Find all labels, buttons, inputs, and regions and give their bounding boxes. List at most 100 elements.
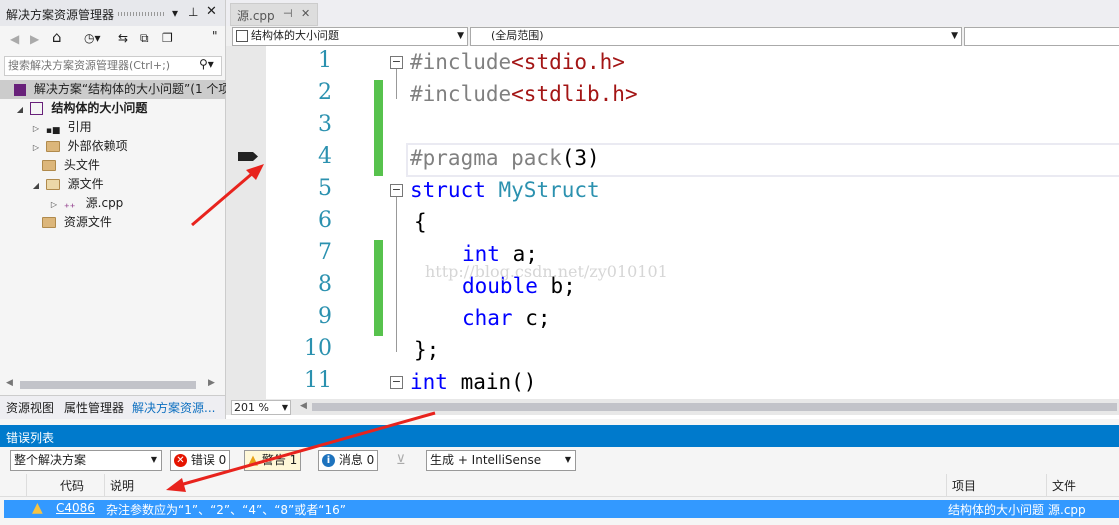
scrollbar-thumb[interactable] — [20, 381, 196, 389]
line-number: 1 — [318, 48, 332, 73]
scroll-left-icon[interactable]: ◀ — [6, 378, 13, 388]
project-dropdown[interactable]: 结构体的大小问题 ▼ — [232, 27, 468, 46]
keyword: struct — [410, 178, 486, 202]
scope-filter-dropdown[interactable]: 整个解决方案 ▼ — [10, 450, 162, 471]
column-separator[interactable] — [26, 474, 27, 496]
close-tab-icon[interactable]: ✕ — [301, 7, 310, 20]
tree-item-header-files[interactable]: 头文件 — [0, 156, 225, 175]
tree-item-source-cpp[interactable]: ▷ ⁺⁺ 源.cpp — [0, 194, 225, 214]
history-icon[interactable]: ◷▾ — [84, 31, 101, 45]
solution-search-box[interactable]: ⚲▾ — [4, 56, 222, 76]
editor-scrollbar-thumb[interactable] — [312, 403, 1117, 411]
zoom-dropdown[interactable]: 201 % ▼ — [231, 400, 291, 415]
include-path: <stdio.h> — [511, 50, 625, 74]
scope-dropdown-value: (全局范围) — [491, 29, 544, 42]
code-editor[interactable]: 1 2 3 4 5 6 7 8 9 10 11 − − − #include<s… — [266, 46, 1119, 399]
pin-icon[interactable]: ⊥ — [188, 5, 198, 19]
messages-filter-button[interactable]: i 消息 0 — [318, 450, 379, 471]
collapsed-icon[interactable]: ▷ — [30, 119, 42, 138]
errors-count-label: 错误 0 — [190, 453, 227, 467]
horizontal-scrollbar[interactable]: ◀ ▶ — [6, 378, 218, 390]
chevron-down-icon: ▼ — [150, 455, 157, 464]
close-icon[interactable]: ✕ — [206, 5, 217, 19]
sync-icon[interactable]: ⇆ — [118, 31, 128, 45]
chevron-down-icon: ▼ — [457, 31, 464, 41]
folder-icon — [42, 160, 56, 171]
column-separator[interactable] — [104, 474, 105, 496]
expanded-icon[interactable]: ◢ — [30, 176, 42, 195]
filter-icon[interactable]: ⊻ — [396, 453, 406, 468]
errors-filter-button[interactable]: ✕ 错误 0 — [170, 450, 231, 471]
solution-icon — [14, 83, 26, 96]
home-icon[interactable]: ⌂ — [52, 30, 62, 45]
forward-icon[interactable]: ▶ — [30, 32, 39, 46]
tab-resource-view[interactable]: 资源视图 — [6, 399, 54, 416]
member-dropdown[interactable] — [964, 27, 1119, 46]
solution-search-input[interactable] — [5, 57, 191, 73]
tab-source-cpp[interactable]: 源.cpp ⊣ ✕ — [230, 3, 318, 26]
line-number: 9 — [318, 304, 332, 329]
table-row[interactable]: ▲ C4086 杂注参数应为“1”、“2”、“4”、“8”或者“16” 结构体的… — [4, 500, 1119, 518]
collapse-region-icon[interactable]: − — [390, 376, 403, 389]
folder-icon — [45, 141, 60, 152]
scroll-right-icon[interactable]: ▶ — [208, 378, 215, 388]
drag-grip[interactable] — [118, 12, 164, 16]
line-number: 5 — [318, 176, 332, 201]
solution-explorer-panel: 解决方案资源管理器 ▾ ⊥ ✕ ◀ ▶ ⌂ ◷▾ ⇆ ⧉ ❐ " ⚲▾ 解决方案… — [0, 0, 230, 420]
code-line-1: #include<stdio.h> — [410, 50, 625, 74]
tree-item-external-deps[interactable]: ▷ 外部依赖项 — [0, 137, 225, 156]
search-icon[interactable]: ⚲▾ — [199, 57, 214, 71]
collapse-region-icon[interactable]: − — [390, 56, 403, 69]
more-icon[interactable]: " — [212, 29, 218, 43]
dropdown-icon[interactable]: ▾ — [172, 6, 178, 20]
tree-item-solution[interactable]: 解决方案“结构体的大小问题”(1 个项 — [0, 80, 230, 99]
error-list-toolbar: 整个解决方案 ▼ ✕ 错误 0 ▲ 警告 1 i 消息 0 ⊻ 生成 + Int… — [0, 447, 1119, 473]
chevron-down-icon: ▼ — [951, 31, 958, 41]
project-icon — [236, 30, 248, 42]
change-indicator — [374, 240, 383, 336]
solution-explorer-titlebar: 解决方案资源管理器 ▾ ⊥ ✕ — [0, 0, 225, 26]
pin-icon[interactable]: ⊣ — [283, 7, 293, 20]
column-header-file[interactable]: 文件 — [1052, 477, 1076, 494]
scroll-left-icon[interactable]: ◀ — [300, 401, 307, 411]
tree-item-references[interactable]: ▷ ▪■ 引用 — [0, 118, 225, 137]
outline-line — [396, 197, 397, 352]
watermark: http://blog.csdn.net/zy010101 — [425, 262, 668, 281]
tab-solution-explorer[interactable]: 解决方案资源... — [132, 399, 215, 416]
column-header-project[interactable]: 项目 — [952, 477, 976, 494]
column-header-description[interactable]: 说明 — [110, 477, 134, 494]
show-all-files-icon[interactable]: ❐ — [162, 31, 173, 45]
tree-item-label: 源文件 — [67, 177, 104, 191]
back-icon[interactable]: ◀ — [10, 32, 19, 46]
scope-dropdown[interactable]: (全局范围) ▼ — [470, 27, 962, 46]
collapse-all-icon[interactable]: ⧉ — [140, 31, 149, 45]
line-number: 6 — [318, 208, 332, 233]
code-line-2: #include<stdlib.h> — [410, 82, 638, 106]
collapsed-icon[interactable]: ▷ — [30, 138, 42, 157]
tree-item-project[interactable]: ◢ 结构体的大小问题 — [0, 99, 225, 118]
line-number: 3 — [318, 112, 332, 137]
tree-item-resource-files[interactable]: 资源文件 — [0, 213, 225, 232]
tree-item-label: 结构体的大小问题 — [51, 101, 148, 115]
preprocessor-token: #include — [410, 50, 512, 74]
keyword: int — [410, 370, 448, 394]
column-separator[interactable] — [1046, 474, 1047, 496]
collapse-region-icon[interactable]: − — [390, 184, 403, 197]
error-list-panel: 错误列表 整个解决方案 ▼ ✕ 错误 0 ▲ 警告 1 i 消息 0 ⊻ 生成 … — [0, 419, 1119, 525]
tree-item-source-files[interactable]: ◢ 源文件 — [0, 175, 225, 194]
warnings-filter-button[interactable]: ▲ 警告 1 — [244, 450, 302, 471]
column-header-code[interactable]: 代码 — [60, 477, 84, 494]
error-code-link[interactable]: C4086 — [56, 501, 95, 515]
line-number: 10 — [304, 336, 332, 361]
column-separator[interactable] — [946, 474, 947, 496]
expanded-icon[interactable]: ◢ — [14, 100, 26, 119]
explorer-bottom-tabs: 资源视图 属性管理器 解决方案资源... — [0, 395, 225, 420]
error-list-titlebar: 错误列表 — [0, 425, 1119, 447]
code-line-9: char c; — [462, 306, 551, 330]
error-description: 杂注参数应为“1”、“2”、“4”、“8”或者“16” — [106, 503, 346, 517]
tree-item-label: 源.cpp — [85, 196, 124, 210]
collapsed-icon[interactable]: ▷ — [48, 195, 60, 214]
tab-property-manager[interactable]: 属性管理器 — [64, 399, 124, 416]
build-filter-dropdown[interactable]: 生成 + IntelliSense ▼ — [426, 450, 576, 471]
messages-count-label: 消息 0 — [338, 453, 375, 467]
